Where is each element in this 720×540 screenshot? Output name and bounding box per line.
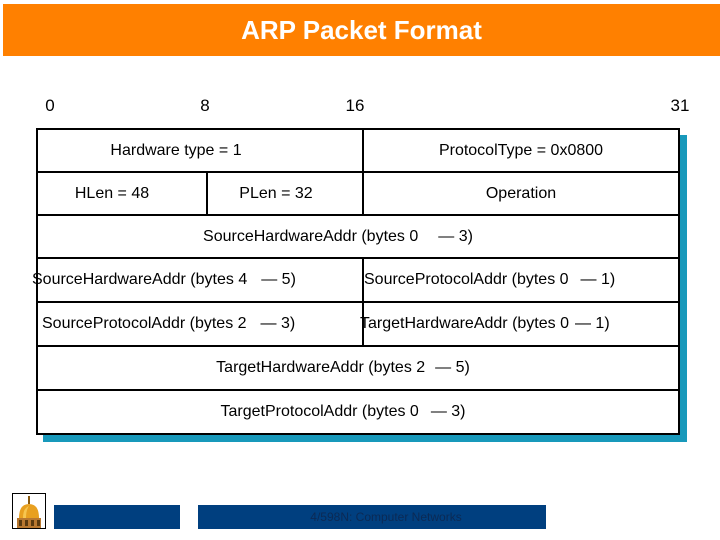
field-label: SourceHardwareAddr (bytes 4 bbox=[32, 271, 248, 288]
field-label: PLen = 32 bbox=[239, 184, 313, 202]
byte-range-end: — 5) bbox=[261, 271, 296, 288]
field-target-protocol-addr-0-3: TargetProtocolAddr (bytes 0 — 3) bbox=[38, 391, 678, 433]
byte-range-end: — 1) bbox=[574, 315, 610, 332]
bit-label-31: 31 bbox=[670, 96, 690, 115]
field-label: TargetHardwareAddr (bytes 0 bbox=[360, 315, 569, 332]
field-hlen: HLen = 48 bbox=[38, 173, 206, 216]
field-label: TargetHardwareAddr (bytes 2 bbox=[216, 359, 426, 376]
course-label: 4/598N: Computer Networks bbox=[310, 510, 462, 524]
byte-range-end: — 3) bbox=[430, 403, 466, 420]
field-hardware-type: Hardware type = 1 bbox=[38, 130, 362, 173]
field-operation: Operation bbox=[364, 173, 678, 216]
divider bbox=[362, 173, 364, 216]
bit-label-8: 8 bbox=[200, 96, 210, 115]
field-label: Operation bbox=[485, 184, 557, 202]
field-plen: PLen = 32 bbox=[208, 173, 362, 216]
field-protocol-type: ProtocolType = 0x0800 bbox=[364, 130, 678, 173]
field-label: HLen = 48 bbox=[74, 184, 150, 202]
field-label: ProtocolType = 0x0800 bbox=[438, 141, 604, 159]
divider bbox=[206, 173, 208, 216]
field-target-hardware-addr-0-1: TargetHardwareAddr (bytes 0 — 1) bbox=[360, 303, 678, 347]
field-source-protocol-addr-2-3: SourceProtocolAddr (bytes 2 — 3) bbox=[38, 303, 362, 347]
field-label: TargetProtocolAddr (bytes 0 bbox=[220, 403, 419, 420]
footer-bar-left bbox=[54, 505, 180, 529]
divider bbox=[362, 130, 364, 173]
field-source-protocol-addr-0-1: SourceProtocolAddr (bytes 0 — 1) bbox=[364, 259, 678, 303]
footer-bar-right: 4/598N: Computer Networks bbox=[198, 505, 546, 529]
bit-label-0: 0 bbox=[45, 96, 55, 115]
slide-title: ARP Packet Format bbox=[241, 14, 482, 45]
golden-dome-icon bbox=[12, 493, 46, 529]
byte-range-end: — 3) bbox=[260, 315, 296, 332]
field-label: SourceHardwareAddr (bytes 0 bbox=[203, 227, 419, 245]
field-target-hardware-addr-2-5: TargetHardwareAddr (bytes 2 — 5) bbox=[38, 347, 678, 391]
byte-range-end: — 5) bbox=[435, 359, 470, 376]
arp-packet-table: Hardware type = 1 ProtocolType = 0x0800 … bbox=[32, 128, 680, 435]
field-source-hardware-addr-4-5: SourceHardwareAddr (bytes 4 — 5) bbox=[32, 259, 362, 303]
bit-label-16: 16 bbox=[345, 96, 365, 115]
golden-dome-icon-svg bbox=[13, 494, 45, 528]
title-bar: ARP Packet Format bbox=[3, 4, 720, 56]
field-label: SourceProtocolAddr (bytes 2 bbox=[42, 315, 247, 332]
byte-range-end: — 3) bbox=[438, 227, 473, 245]
field-label: Hardware type = 1 bbox=[110, 141, 242, 159]
field-label: SourceProtocolAddr (bytes 0 bbox=[364, 271, 569, 288]
byte-range-end: — 1) bbox=[580, 271, 616, 288]
field-source-hardware-addr-0-3: SourceHardwareAddr (bytes 0 — 3) bbox=[38, 216, 678, 259]
